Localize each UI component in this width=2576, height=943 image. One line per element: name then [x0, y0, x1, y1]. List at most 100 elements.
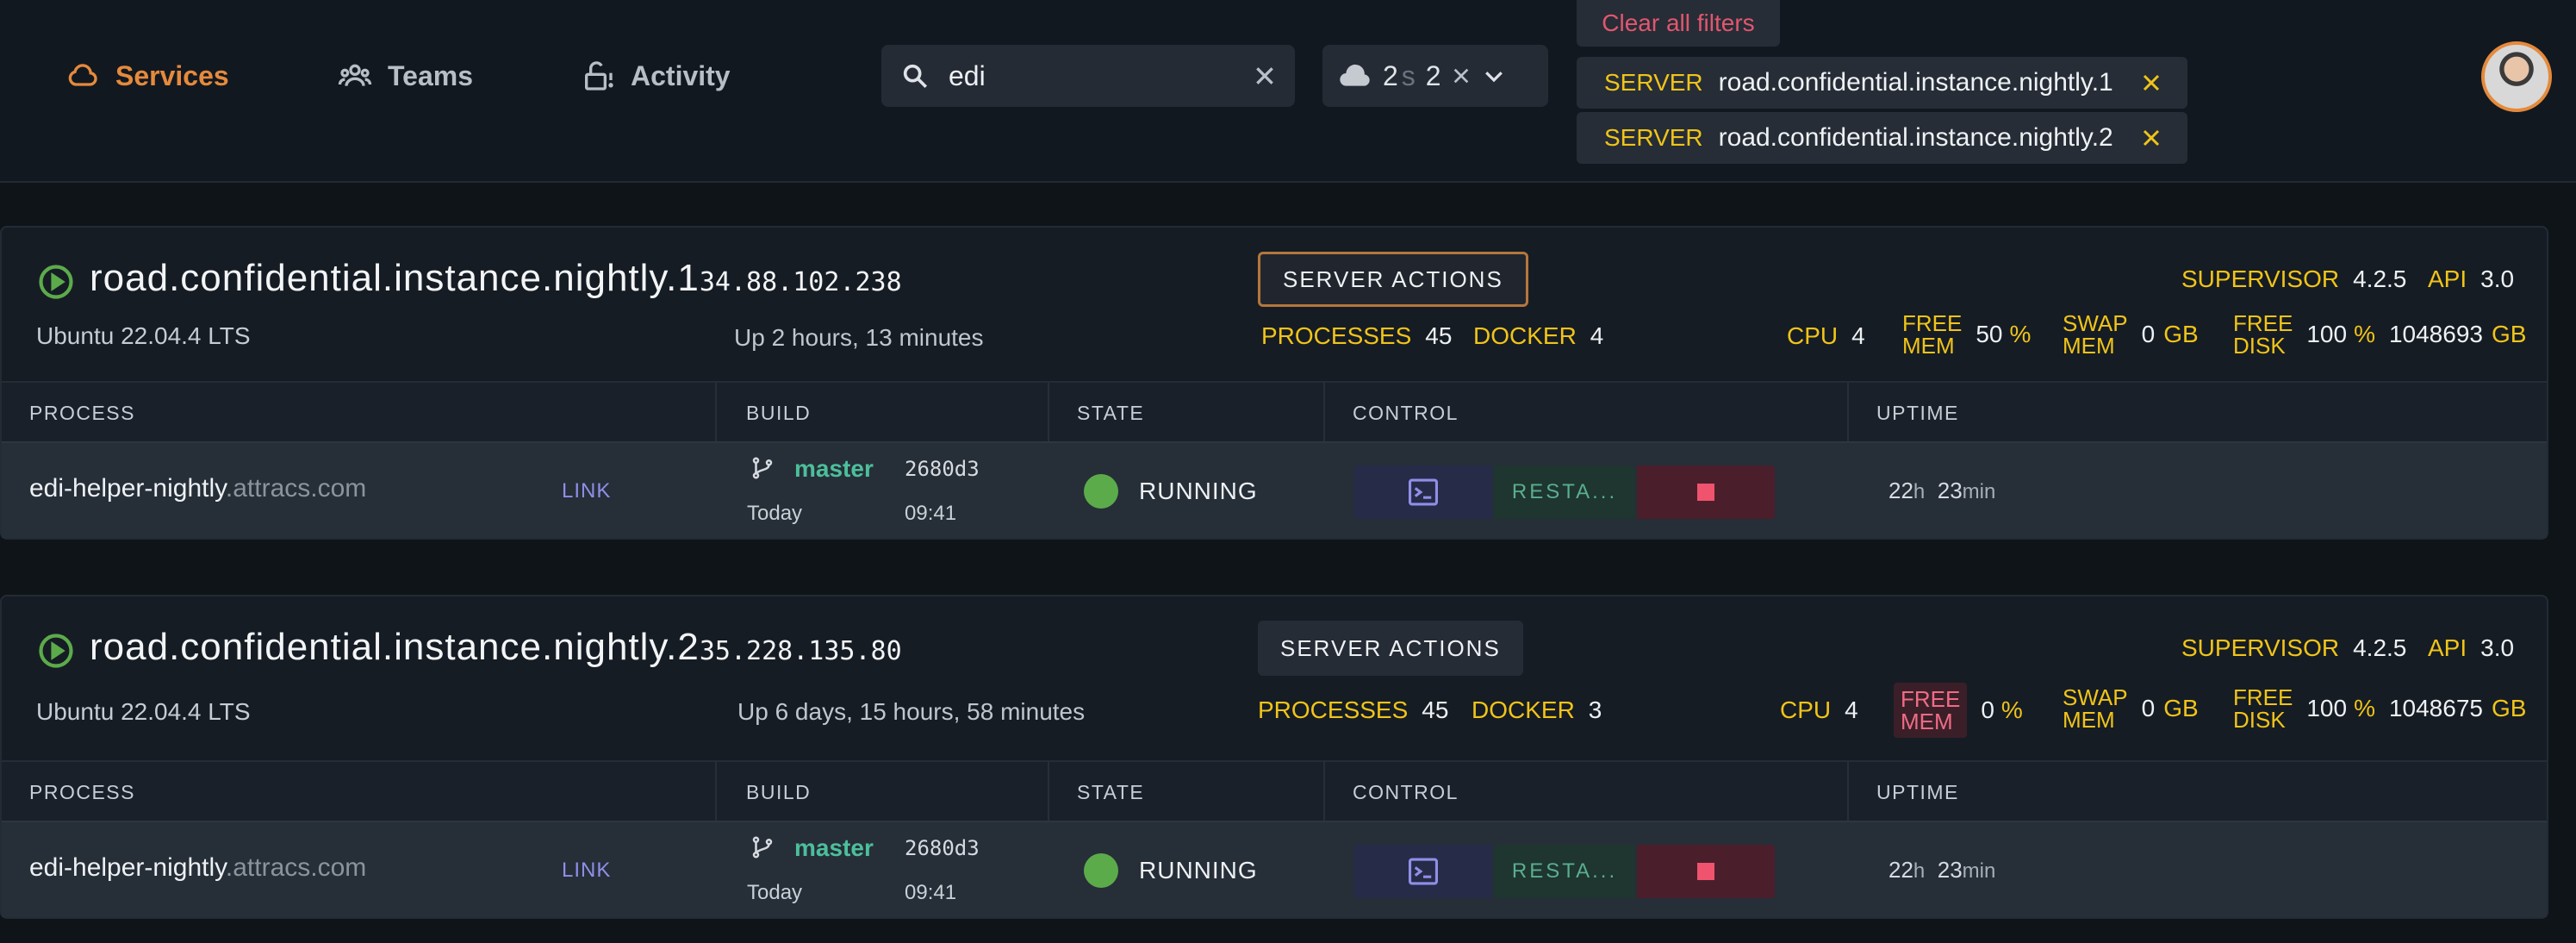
stat-label-alert: FREE MEM	[1894, 683, 1968, 738]
filter-chip-server-2: SERVER road.confidential.instance.nightl…	[1577, 112, 2187, 164]
col-control: CONTROL	[1353, 401, 1459, 424]
stat-label: FREE DISK	[2233, 310, 2293, 359]
stat-value: 4.2.5	[2353, 634, 2407, 661]
filter-chip-key: SERVER	[1604, 124, 1703, 151]
nav-services-label: Services	[115, 59, 229, 91]
stop-icon	[1697, 484, 1714, 501]
search-icon	[903, 64, 928, 89]
clear-all-filters-button[interactable]: Clear all filters	[1577, 0, 1780, 47]
col-process: PROCESS	[29, 780, 135, 803]
terminal-icon	[1409, 858, 1438, 885]
stat-processes: PROCESSES 45	[1261, 322, 1452, 350]
server-card-1: road.confidential.instance.nightly.134.8…	[0, 226, 2548, 540]
clear-env-icon[interactable]	[1452, 66, 1471, 85]
server-actions-button[interactable]: SERVER ACTIONS	[1258, 621, 1523, 676]
server-card-2: road.confidential.instance.nightly.235.2…	[0, 595, 2548, 919]
build-day: Today	[747, 502, 803, 525]
server-name-text: road.confidential.instance.nightly.1	[90, 257, 700, 299]
stat-cpu: CPU 4	[1780, 696, 1858, 724]
server-os: Ubuntu 22.04.4 LTS	[36, 322, 251, 349]
nav-services[interactable]: Services	[65, 57, 229, 95]
process-uptime: 22h 23min	[1888, 857, 1996, 883]
cloud-filled-icon	[1340, 64, 1370, 86]
nav-teams[interactable]: Teams	[338, 57, 473, 95]
process-name: edi-helper-nightly.attracs.com	[29, 474, 367, 503]
stat-unit: %	[2354, 321, 2375, 347]
server-os: Ubuntu 22.04.4 LTS	[36, 698, 251, 725]
stat-unit: %	[2000, 696, 2023, 723]
filter-chip-server-1: SERVER road.confidential.instance.nightl…	[1577, 57, 2187, 109]
filter-chip-value: road.confidential.instance.nightly.1	[1718, 68, 2113, 97]
stat-value: 0	[2141, 695, 2156, 721]
stat-value: 3.0	[2480, 265, 2515, 292]
commit-hash: 2680d3	[905, 457, 980, 481]
remove-filter-icon[interactable]	[2141, 128, 2162, 148]
stat-label: SWAP MEM	[2063, 684, 2128, 733]
stat-unit: %	[2354, 695, 2375, 721]
server-actions-button[interactable]: SERVER ACTIONS	[1258, 252, 1528, 307]
stat-api: API 3.0	[2428, 265, 2514, 293]
process-link[interactable]: LINK	[562, 479, 611, 503]
stat-label: SUPERVISOR	[2181, 634, 2340, 661]
env-count-b: 2	[1425, 59, 1441, 91]
stop-button[interactable]	[1637, 465, 1775, 519]
build-time: 09:41	[905, 881, 957, 904]
remove-filter-icon[interactable]	[2141, 72, 2162, 93]
git-branch-icon	[752, 836, 773, 859]
environment-filter[interactable]: 2 s 2	[1322, 45, 1548, 107]
stat-label: SWAP MEM	[2063, 310, 2128, 359]
chevron-down-icon[interactable]	[1481, 63, 1507, 89]
process-table-header: PROCESS BUILD STATE CONTROL UPTIME	[2, 381, 2547, 443]
top-bar: Services Teams Activity edi 2 s 2 Clear …	[0, 0, 2576, 183]
stat-value: 4	[1590, 322, 1604, 349]
stat-processes: PROCESSES 45	[1258, 696, 1448, 724]
commit-hash: 2680d3	[905, 836, 980, 860]
stat-free-mem: FREE MEM 0 %	[1894, 683, 2023, 738]
stop-icon	[1697, 863, 1714, 880]
stat-value: 4	[1845, 696, 1858, 723]
stat-value: 3	[1588, 696, 1602, 723]
server-name[interactable]: road.confidential.instance.nightly.235.2…	[90, 626, 902, 669]
col-state: STATE	[1077, 401, 1145, 424]
search-box[interactable]: edi	[881, 45, 1295, 107]
filter-chip-key: SERVER	[1604, 69, 1703, 96]
stat-docker: DOCKER 4	[1473, 322, 1603, 350]
process-uptime: 22h 23min	[1888, 478, 1996, 503]
stat-label: PROCESSES	[1258, 696, 1409, 723]
cloud-icon	[68, 64, 97, 86]
running-status-dot	[1084, 474, 1118, 509]
search-input[interactable]: edi	[949, 60, 1235, 92]
stat-swap-mem: SWAP MEM 0 GB	[2063, 686, 2199, 731]
restart-button[interactable]: RESTA...	[1494, 845, 1635, 898]
filter-chip-value: road.confidential.instance.nightly.2	[1718, 123, 2113, 152]
stat-value: 0	[2141, 321, 2156, 347]
stat-label: FREE MEM	[1902, 310, 1963, 359]
branch-name[interactable]: master	[794, 834, 874, 862]
terminal-button[interactable]	[1354, 465, 1492, 519]
terminal-icon	[1409, 478, 1438, 506]
restart-button[interactable]: RESTA...	[1494, 465, 1635, 519]
process-link[interactable]: LINK	[562, 859, 611, 883]
stat-value: 3.0	[2480, 634, 2515, 661]
stat-cpu: CPU 4	[1787, 322, 1865, 350]
table-row: edi-helper-nightly.attracs.com LINK mast…	[2, 441, 2547, 538]
server-ip: 35.228.135.80	[699, 636, 902, 666]
clear-search-icon[interactable]	[1254, 65, 1276, 87]
nav-activity[interactable]: Activity	[581, 57, 731, 95]
users-icon	[338, 64, 372, 86]
server-name[interactable]: road.confidential.instance.nightly.134.8…	[90, 257, 902, 300]
branch-name[interactable]: master	[794, 455, 874, 483]
process-state: RUNNING	[1139, 857, 1258, 884]
play-circle-icon	[39, 265, 73, 299]
terminal-button[interactable]	[1354, 845, 1492, 898]
stat-swap-mem: SWAP MEM 0 GB	[2063, 312, 2199, 357]
stat-value: 100	[2306, 695, 2348, 721]
stat-value: 4.2.5	[2353, 265, 2407, 292]
table-row: edi-helper-nightly.attracs.com LINK mast…	[2, 821, 2547, 917]
server-name-text: road.confidential.instance.nightly.2	[90, 626, 700, 668]
col-build: BUILD	[746, 401, 812, 424]
avatar[interactable]	[2481, 41, 2552, 112]
stat-docker: DOCKER 3	[1472, 696, 1602, 724]
stop-button[interactable]	[1637, 845, 1775, 898]
stat-supervisor: SUPERVISOR 4.2.5	[2181, 265, 2406, 293]
